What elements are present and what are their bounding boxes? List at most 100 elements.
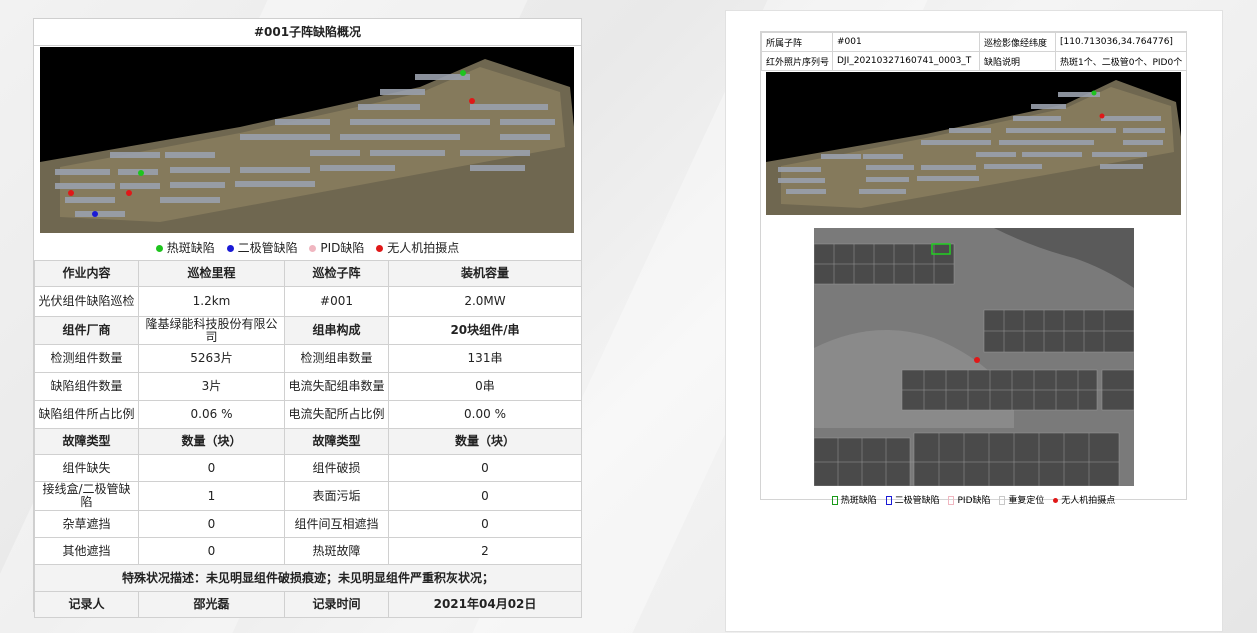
table-row: 杂草遮挡 0 组件间互相遮挡 0 [34, 510, 582, 538]
cell: 巡检影像经纬度 [979, 32, 1056, 52]
cell: 数量（块） [388, 428, 582, 455]
cell: 0 [388, 454, 582, 482]
legend-hotspot: 热斑缺陷 [155, 241, 215, 255]
table-row: 作业内容 巡检里程 巡检子阵 装机容量 [34, 260, 582, 287]
cell: 缺陷组件所占比例 [34, 400, 139, 429]
legend-label: 热斑缺陷 [166, 241, 215, 255]
cell: 5263片 [138, 344, 285, 373]
legend-label: 热斑缺陷 [840, 496, 877, 506]
table-row: 光伏组件缺陷巡检 1.2km #001 2.0MW [34, 286, 582, 317]
table-row: 记录人 邵光磊 记录时间 2021年04月02日 [34, 591, 582, 618]
legend-label: PID缺陷 [957, 496, 991, 506]
cell: 2 [388, 537, 582, 565]
legend-label: PID缺陷 [320, 241, 365, 255]
legend-pid: PID缺陷 [309, 241, 364, 255]
legend-label: 二极管缺陷 [894, 496, 940, 506]
green-square-icon [831, 496, 838, 505]
cell: 1 [138, 481, 285, 511]
cell: 缺陷说明 [979, 51, 1056, 71]
cell: 故障类型 [34, 428, 139, 455]
legend-drone-point: 无人机拍摄点 [1053, 496, 1115, 506]
report-table: 作业内容 巡检里程 巡检子阵 装机容量 光伏组件缺陷巡检 1.2km #001 … [34, 260, 582, 618]
table-row: 故障类型 数量（块） 故障类型 数量（块） [34, 428, 582, 455]
cell: 接线盒/二极管缺陷 [34, 481, 139, 511]
cell: 检测组件数量 [34, 344, 139, 373]
cell: 故障类型 [284, 428, 389, 455]
legend-label: 无人机拍摄点 [387, 241, 460, 255]
cell: 0 [388, 481, 582, 511]
infrared-photo [814, 228, 1134, 486]
cell: 邵光磊 [138, 591, 285, 618]
table-row: 红外照片序列号 DJI_20210327160741_0003_T 缺陷说明 热… [761, 51, 1187, 71]
detail-info-table: 所属子阵 #001 巡检影像经纬度 [110.713036,34.764776]… [761, 32, 1187, 71]
table-row: 组件厂商 隆基绿能科技股份有限公司 组串构成 20块组件/串 [34, 316, 582, 345]
cell: 缺陷组件数量 [34, 372, 139, 401]
cell: #001 [284, 286, 389, 317]
cell: 3片 [138, 372, 285, 401]
detail-card: 所属子阵 #001 巡检影像经纬度 [110.713036,34.764776]… [760, 31, 1187, 506]
cell: 0.06 % [138, 400, 285, 429]
table-row: 缺陷组件所占比例 0.06 % 电流失配所占比例 0.00 % [34, 400, 582, 429]
cell: 检测组串数量 [284, 344, 389, 373]
array-aerial-map [40, 47, 574, 233]
legend-label: 二极管缺陷 [237, 241, 298, 255]
cell: 作业内容 [34, 260, 139, 287]
cell: 0串 [388, 372, 582, 401]
cell: 数量（块） [138, 428, 285, 455]
gray-square-icon [999, 496, 1006, 505]
cell: 0.00 % [388, 400, 582, 429]
cell: DJI_20210327160741_0003_T [832, 51, 980, 71]
red-dot-icon [376, 245, 384, 252]
infrared-image [814, 228, 1134, 486]
cell: 其他遮挡 [34, 537, 139, 565]
aerial-map-image [766, 80, 1181, 215]
cell: 热斑故障 [284, 537, 389, 565]
table-row: 其他遮挡 0 热斑故障 2 [34, 537, 582, 565]
cell: 隆基绿能科技股份有限公司 [138, 316, 285, 345]
cell: 记录时间 [284, 591, 389, 618]
table-row: 接线盒/二极管缺陷 1 表面污垢 0 [34, 481, 582, 511]
defect-detail-panel: 所属子阵 #001 巡检影像经纬度 [110.713036,34.764776]… [725, 10, 1223, 632]
aerial-map-image [40, 59, 574, 233]
blue-square-icon [885, 496, 892, 505]
cell: 0 [138, 510, 285, 538]
cell: [110.713036,34.764776] [1055, 32, 1187, 52]
cell: 装机容量 [388, 260, 582, 287]
legend-label: 重复定位 [1008, 496, 1045, 506]
cell: 组件缺失 [34, 454, 139, 482]
array-aerial-map-small [766, 72, 1181, 215]
cell: 1.2km [138, 286, 285, 317]
cell: 电流失配组串数量 [284, 372, 389, 401]
legend-drone-point: 无人机拍摄点 [376, 241, 459, 255]
legend-diode: 二极管缺陷 [226, 241, 298, 255]
map-legend: 热斑缺陷 二极管缺陷 PID缺陷 无人机拍摄点 [34, 239, 581, 256]
defect-overview-report: #001子阵缺陷概况 热斑缺陷 二极管缺陷 PID缺陷 无人机拍摄点 作业内容 … [33, 18, 582, 618]
table-row: 特殊状况描述：未见明显组件破损痕迹；未见明显组件严重积灰状况； [34, 564, 582, 592]
legend-diode: 二极管缺陷 [885, 496, 940, 506]
legend-label: 无人机拍摄点 [1061, 496, 1116, 506]
cell: 组件厂商 [34, 316, 139, 345]
cell: 表面污垢 [284, 481, 389, 511]
cell: 2.0MW [388, 286, 582, 317]
cell: 光伏组件缺陷巡检 [34, 286, 139, 317]
red-dot-icon [1053, 498, 1059, 503]
cell: 0 [138, 537, 285, 565]
cell: 热斑1个、二极管0个、PID0个 [1055, 51, 1187, 71]
cell: 巡检里程 [138, 260, 285, 287]
cell: 电流失配所占比例 [284, 400, 389, 429]
cell: 杂草遮挡 [34, 510, 139, 538]
cell: 所属子阵 [761, 32, 833, 52]
cell: 组件破损 [284, 454, 389, 482]
cell: 组件间互相遮挡 [284, 510, 389, 538]
report-title: #001子阵缺陷概况 [34, 19, 581, 46]
special-conditions: 特殊状况描述：未见明显组件破损痕迹；未见明显组件严重积灰状况； [34, 564, 582, 592]
cell: 0 [388, 510, 582, 538]
table-row: 检测组件数量 5263片 检测组串数量 131串 [34, 344, 582, 373]
table-row: 组件缺失 0 组件破损 0 [34, 454, 582, 482]
cell: 0 [138, 454, 285, 482]
detail-legend: 热斑缺陷 二极管缺陷 PID缺陷 重复定位 无人机拍摄点 [761, 493, 1186, 506]
legend-duplicate: 重复定位 [999, 496, 1044, 506]
legend-hotspot: 热斑缺陷 [831, 496, 877, 506]
cell: 红外照片序列号 [761, 51, 833, 71]
green-dot-icon [155, 245, 163, 252]
